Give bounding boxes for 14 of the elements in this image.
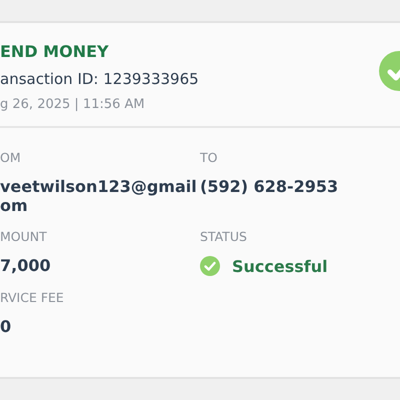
success-icon [200,256,220,276]
transaction-id: ansaction ID: 1239333965 [0,70,199,88]
field-value: 0 [0,317,12,337]
transaction-date: g 26, 2025 | 11:56 AM [0,96,146,112]
field-value: 7,000 [0,256,52,276]
field-label: RVICE FEE [0,290,65,306]
transaction-type: END MONEY [0,42,110,60]
field-label: STATUS [200,229,248,244]
status-value: Successful [232,256,328,276]
field-value: (592) 628-2953 [200,177,340,196]
field-label: OM [0,150,22,165]
field-label: MOUNT [0,229,48,244]
field-label: TO [200,150,218,165]
field-value: veetwilson123@gmail om [0,177,198,216]
